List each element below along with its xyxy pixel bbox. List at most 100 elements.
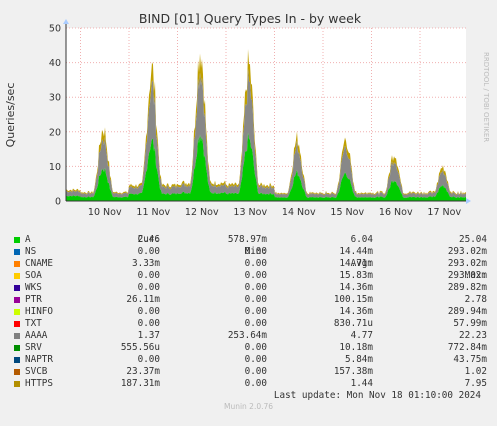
chart-area: BIND [01] Query Types In - by week Queri…	[4, 11, 490, 218]
legend-cur: 0.00	[137, 246, 160, 257]
legend-max: 772.84m	[447, 342, 487, 353]
x-tick-label: 14 Nov	[282, 207, 316, 218]
legend-swatch	[14, 369, 20, 375]
legend-swatch	[14, 273, 20, 279]
legend-avg: 10.18m	[339, 342, 373, 353]
legend-cur: 0.00	[137, 354, 160, 365]
legend-cur: 26.11m	[126, 294, 160, 305]
legend-cur: 23.37m	[126, 366, 160, 377]
legend-cur: 3.33m	[132, 258, 160, 269]
legend-max: 25.04	[459, 234, 487, 245]
legend-series-name: AAAA	[25, 330, 48, 341]
legend-avg: 14.36m	[339, 306, 373, 317]
legend-min: 0.00	[244, 270, 267, 281]
legend-swatch	[14, 345, 20, 351]
x-tick-labels: 10 Nov 11 Nov 12 Nov 13 Nov 14 Nov 15 Nov 16 N…	[88, 207, 462, 218]
legend-max: 1.02	[464, 366, 487, 377]
legend-cur: 0.00	[137, 282, 160, 293]
legend-min: 578.97m	[227, 234, 267, 245]
legend-cur: 2.46	[137, 234, 160, 245]
x-tick-label: 12 Nov	[185, 207, 219, 218]
y-tick-label: 30	[49, 93, 61, 104]
y-tick-label: 0	[55, 197, 61, 208]
legend-avg: 14.36m	[339, 282, 373, 293]
y-axis-arrow-icon	[63, 19, 69, 24]
x-tick-label: 13 Nov	[233, 207, 267, 218]
legend-row: PTR 26.11m 0.00 100.15m 2.78	[8, 294, 490, 306]
legend-table: Cur: Min: Avg: Max: A 2.46 578.97m 6.04 25.0…	[8, 222, 490, 402]
legend-row: A 2.46 578.97m 6.04 25.04	[8, 234, 490, 246]
legend-avg: 14.71m	[339, 258, 373, 269]
legend-row: HINFO 0.00 0.00 14.36m 289.94m	[8, 306, 490, 318]
legend-swatch	[14, 333, 20, 339]
legend-series-name: SOA	[25, 270, 42, 281]
legend-row: CNAME 3.33m 0.00 14.71m 293.02m	[8, 258, 490, 270]
legend-series-name: TXT	[25, 318, 42, 329]
legend-swatch	[14, 297, 20, 303]
legend-cur: 555.56u	[120, 342, 160, 353]
legend-max: 293.02m	[447, 270, 487, 281]
y-tick-label: 40	[49, 58, 61, 69]
legend-min: 0.00	[244, 306, 267, 317]
legend-row: TXT 0.00 0.00 830.71u 57.99m	[8, 318, 490, 330]
munin-footer: Munin 2.0.76	[223, 402, 274, 411]
y-tick-labels: 0 10 20 30 40 50	[49, 24, 61, 208]
legend-row: AAAA 1.37 253.64m 4.77 22.23	[8, 330, 490, 342]
legend-series-name: PTR	[25, 294, 42, 305]
legend-row: NAPTR 0.00 0.00 5.84m 43.75m	[8, 354, 490, 366]
legend-cur: 1.37	[137, 330, 160, 341]
legend-min: 0.00	[244, 366, 267, 377]
x-tick-label: 17 Nov	[427, 207, 461, 218]
legend-swatch	[14, 285, 20, 291]
legend-max: 289.94m	[447, 306, 487, 317]
legend-min: 0.00	[244, 354, 267, 365]
legend-avg: 5.84m	[345, 354, 373, 365]
legend-row: SOA 0.00 0.00 15.83m 293.02m	[8, 270, 490, 282]
legend-swatch	[14, 261, 20, 267]
last-update: Last update: Mon Nov 18 01:10:00 2024	[273, 390, 481, 401]
legend-swatch	[14, 357, 20, 363]
legend-series-name: SVCB	[25, 366, 48, 377]
x-tick-label: 16 Nov	[379, 207, 413, 218]
legend-max: 57.99m	[453, 318, 487, 329]
x-tick-label: 15 Nov	[330, 207, 364, 218]
legend-series-name: WKS	[25, 282, 42, 293]
legend-swatch	[14, 381, 20, 387]
legend-min: 0.00	[244, 378, 267, 389]
legend-swatch	[14, 249, 20, 255]
legend-max: 22.23	[459, 330, 487, 341]
legend-swatch	[14, 321, 20, 327]
legend-cur: 187.31m	[120, 378, 160, 389]
legend-swatch	[14, 237, 20, 243]
plot-background	[66, 28, 466, 201]
y-tick-label: 20	[49, 127, 61, 138]
legend-max: 289.82m	[447, 282, 487, 293]
y-tick-label: 50	[49, 24, 61, 35]
legend-row: SRV 555.56u 0.00 10.18m 772.84m	[8, 342, 490, 354]
legend-series-name: A	[25, 234, 31, 245]
legend-series-name: NAPTR	[25, 354, 53, 365]
legend-avg: 14.44m	[339, 246, 373, 257]
legend-max: 7.95	[464, 378, 487, 389]
legend-series-name: CNAME	[25, 258, 53, 269]
x-axis-arrow-icon	[466, 198, 471, 204]
legend-min: 253.64m	[227, 330, 267, 341]
legend-row: NS 0.00 0.00 14.44m 293.02m	[8, 246, 490, 258]
legend-series-name: NS	[25, 246, 37, 257]
legend-avg: 157.38m	[333, 366, 373, 377]
y-tick-label: 10	[49, 162, 61, 173]
legend-min: 0.00	[244, 258, 267, 269]
x-tick-label: 11 Nov	[136, 207, 170, 218]
legend-row: SVCB 23.37m 0.00 157.38m 1.02	[8, 366, 490, 378]
legend-cur: 0.00	[137, 270, 160, 281]
chart-title: BIND [01] Query Types In - by week	[139, 11, 362, 26]
legend-row: WKS 0.00 0.00 14.36m 289.82m	[8, 282, 490, 294]
legend-max: 293.02m	[447, 258, 487, 269]
y-axis-label: Queries/sec	[4, 83, 17, 148]
legend-min: 0.00	[244, 282, 267, 293]
legend-max: 293.02m	[447, 246, 487, 257]
rrdtool-credit: RRDTOOL / TOBI OETIKER	[482, 52, 490, 142]
x-tick-label: 10 Nov	[88, 207, 122, 218]
legend-avg: 15.83m	[339, 270, 373, 281]
legend-max: 43.75m	[453, 354, 487, 365]
